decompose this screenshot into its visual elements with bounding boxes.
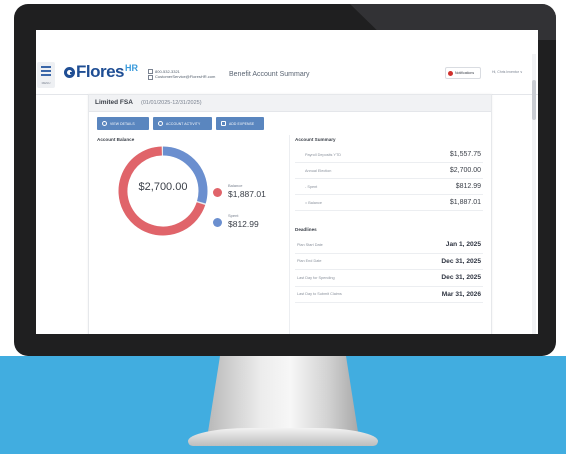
- notifications-button[interactable]: Notifications: [445, 67, 481, 79]
- scrollbar-thumb[interactable]: [532, 80, 536, 120]
- summary-value: $1,557.75: [449, 151, 481, 158]
- contact-phone[interactable]: 800-532-3321: [155, 69, 180, 74]
- deadline-label: Plan Start Date: [297, 242, 323, 247]
- deadline-label: Last Day for Spending: [297, 275, 335, 280]
- account-balance-title: Account Balance: [97, 137, 135, 142]
- page-title: Benefit Account Summary: [229, 71, 310, 78]
- legend-balance: Balance $1,887.01: [213, 183, 266, 199]
- deadline-value: Mar 31, 2026: [441, 290, 481, 298]
- plan-dates: (01/01/2025-12/31/2025): [141, 99, 202, 106]
- flores-hr-logo[interactable]: Flores HR: [64, 62, 138, 86]
- deadline-label: Plan End Date: [297, 259, 322, 264]
- notifications-label: Notifications: [455, 71, 475, 75]
- account-activity-button[interactable]: ACCOUNT ACTIVITY: [153, 117, 212, 130]
- deadlines-table: Plan Start Date Jan 1, 2025 Plan End Dat…: [295, 237, 483, 303]
- monitor-stand: [208, 356, 358, 432]
- menu-label: MENU: [41, 81, 51, 85]
- view-details-label: VIEW DETAILS: [110, 121, 135, 126]
- deadline-row: Last Day to Submit Claims Mar 31, 2026: [295, 287, 483, 303]
- summary-row: Annual Election $2,700.00: [295, 163, 483, 179]
- activity-icon: [158, 121, 163, 126]
- donut-center-total: $2,700.00: [138, 181, 188, 193]
- deadline-row: Plan End Date Dec 31, 2025: [295, 254, 483, 270]
- summary-value: $1,887.01: [449, 199, 481, 206]
- add-expense-label: ADD EXPENSE: [229, 121, 255, 126]
- monitor-screen: MENU Flores HR 800-532-3321 CustomerServ…: [36, 30, 538, 334]
- logo-text: Flores: [76, 62, 125, 81]
- summary-label: Payroll Deposits YTD: [305, 152, 342, 157]
- deadline-value: Dec 31, 2025: [441, 257, 481, 265]
- summary-row: - Spent $812.99: [295, 179, 483, 195]
- deadline-row: Last Day for Spending Dec 31, 2025: [295, 270, 483, 287]
- summary-row: = Balance $1,887.01: [295, 195, 483, 211]
- info-icon: [102, 121, 107, 126]
- column-divider: [289, 135, 290, 334]
- legend-spent-dot: [213, 218, 222, 227]
- summary-label: Annual Election: [305, 168, 332, 173]
- logo-mark-icon: [64, 67, 75, 78]
- add-expense-button[interactable]: ADD EXPENSE: [216, 117, 264, 130]
- summary-label: = Balance: [305, 200, 322, 205]
- action-buttons: VIEW DETAILS ACCOUNT ACTIVITY ADD EXPENS…: [97, 117, 264, 130]
- summary-value: $812.99: [455, 183, 481, 190]
- deadlines-title: Deadlines: [295, 227, 317, 232]
- account-activity-label: ACCOUNT ACTIVITY: [166, 121, 201, 126]
- account-summary-table: Payroll Deposits YTD $1,557.75 Annual El…: [295, 147, 483, 211]
- summary-label: - Spent: [305, 184, 318, 189]
- hamburger-icon-line: [41, 70, 51, 72]
- deadline-row: Plan Start Date Jan 1, 2025: [295, 237, 483, 254]
- legend-balance-dot: [213, 188, 222, 197]
- summary-value: $2,700.00: [449, 167, 481, 174]
- plan-name: Limited FSA: [95, 99, 133, 106]
- deadline-label: Last Day to Submit Claims: [297, 292, 342, 297]
- notification-bell-icon: [448, 70, 453, 76]
- logo-superscript: HR: [125, 63, 139, 73]
- hamburger-menu-button[interactable]: MENU: [37, 62, 55, 88]
- view-details-button[interactable]: VIEW DETAILS: [97, 117, 149, 130]
- email-icon: [148, 74, 153, 80]
- account-card: Limited FSA (01/01/2025-12/31/2025) VIEW…: [88, 94, 492, 334]
- deadline-value: Dec 31, 2025: [441, 274, 481, 282]
- hamburger-icon: [41, 66, 51, 68]
- receipt-icon: [221, 121, 226, 126]
- app-header: MENU Flores HR 800-532-3321 CustomerServ…: [36, 54, 538, 95]
- legend-balance-value: $1,887.01: [228, 189, 266, 199]
- legend-spent-value: $812.99: [228, 219, 259, 229]
- contact-email[interactable]: CustomerService@FloresHR.com: [155, 74, 215, 79]
- summary-row: Payroll Deposits YTD $1,557.75: [295, 147, 483, 163]
- deadline-value: Jan 1, 2025: [445, 241, 481, 249]
- monitor-stand-base: [188, 428, 378, 446]
- hamburger-icon-line: [41, 74, 51, 76]
- account-summary-title: Account Summary: [295, 137, 336, 142]
- contact-info: 800-532-3321 CustomerService@FloresHR.co…: [148, 69, 215, 80]
- legend-spent: Spent $812.99: [213, 213, 259, 229]
- user-menu[interactable]: Hi, Chris Inventor ∨: [492, 70, 523, 74]
- account-card-header: Limited FSA (01/01/2025-12/31/2025): [89, 95, 491, 112]
